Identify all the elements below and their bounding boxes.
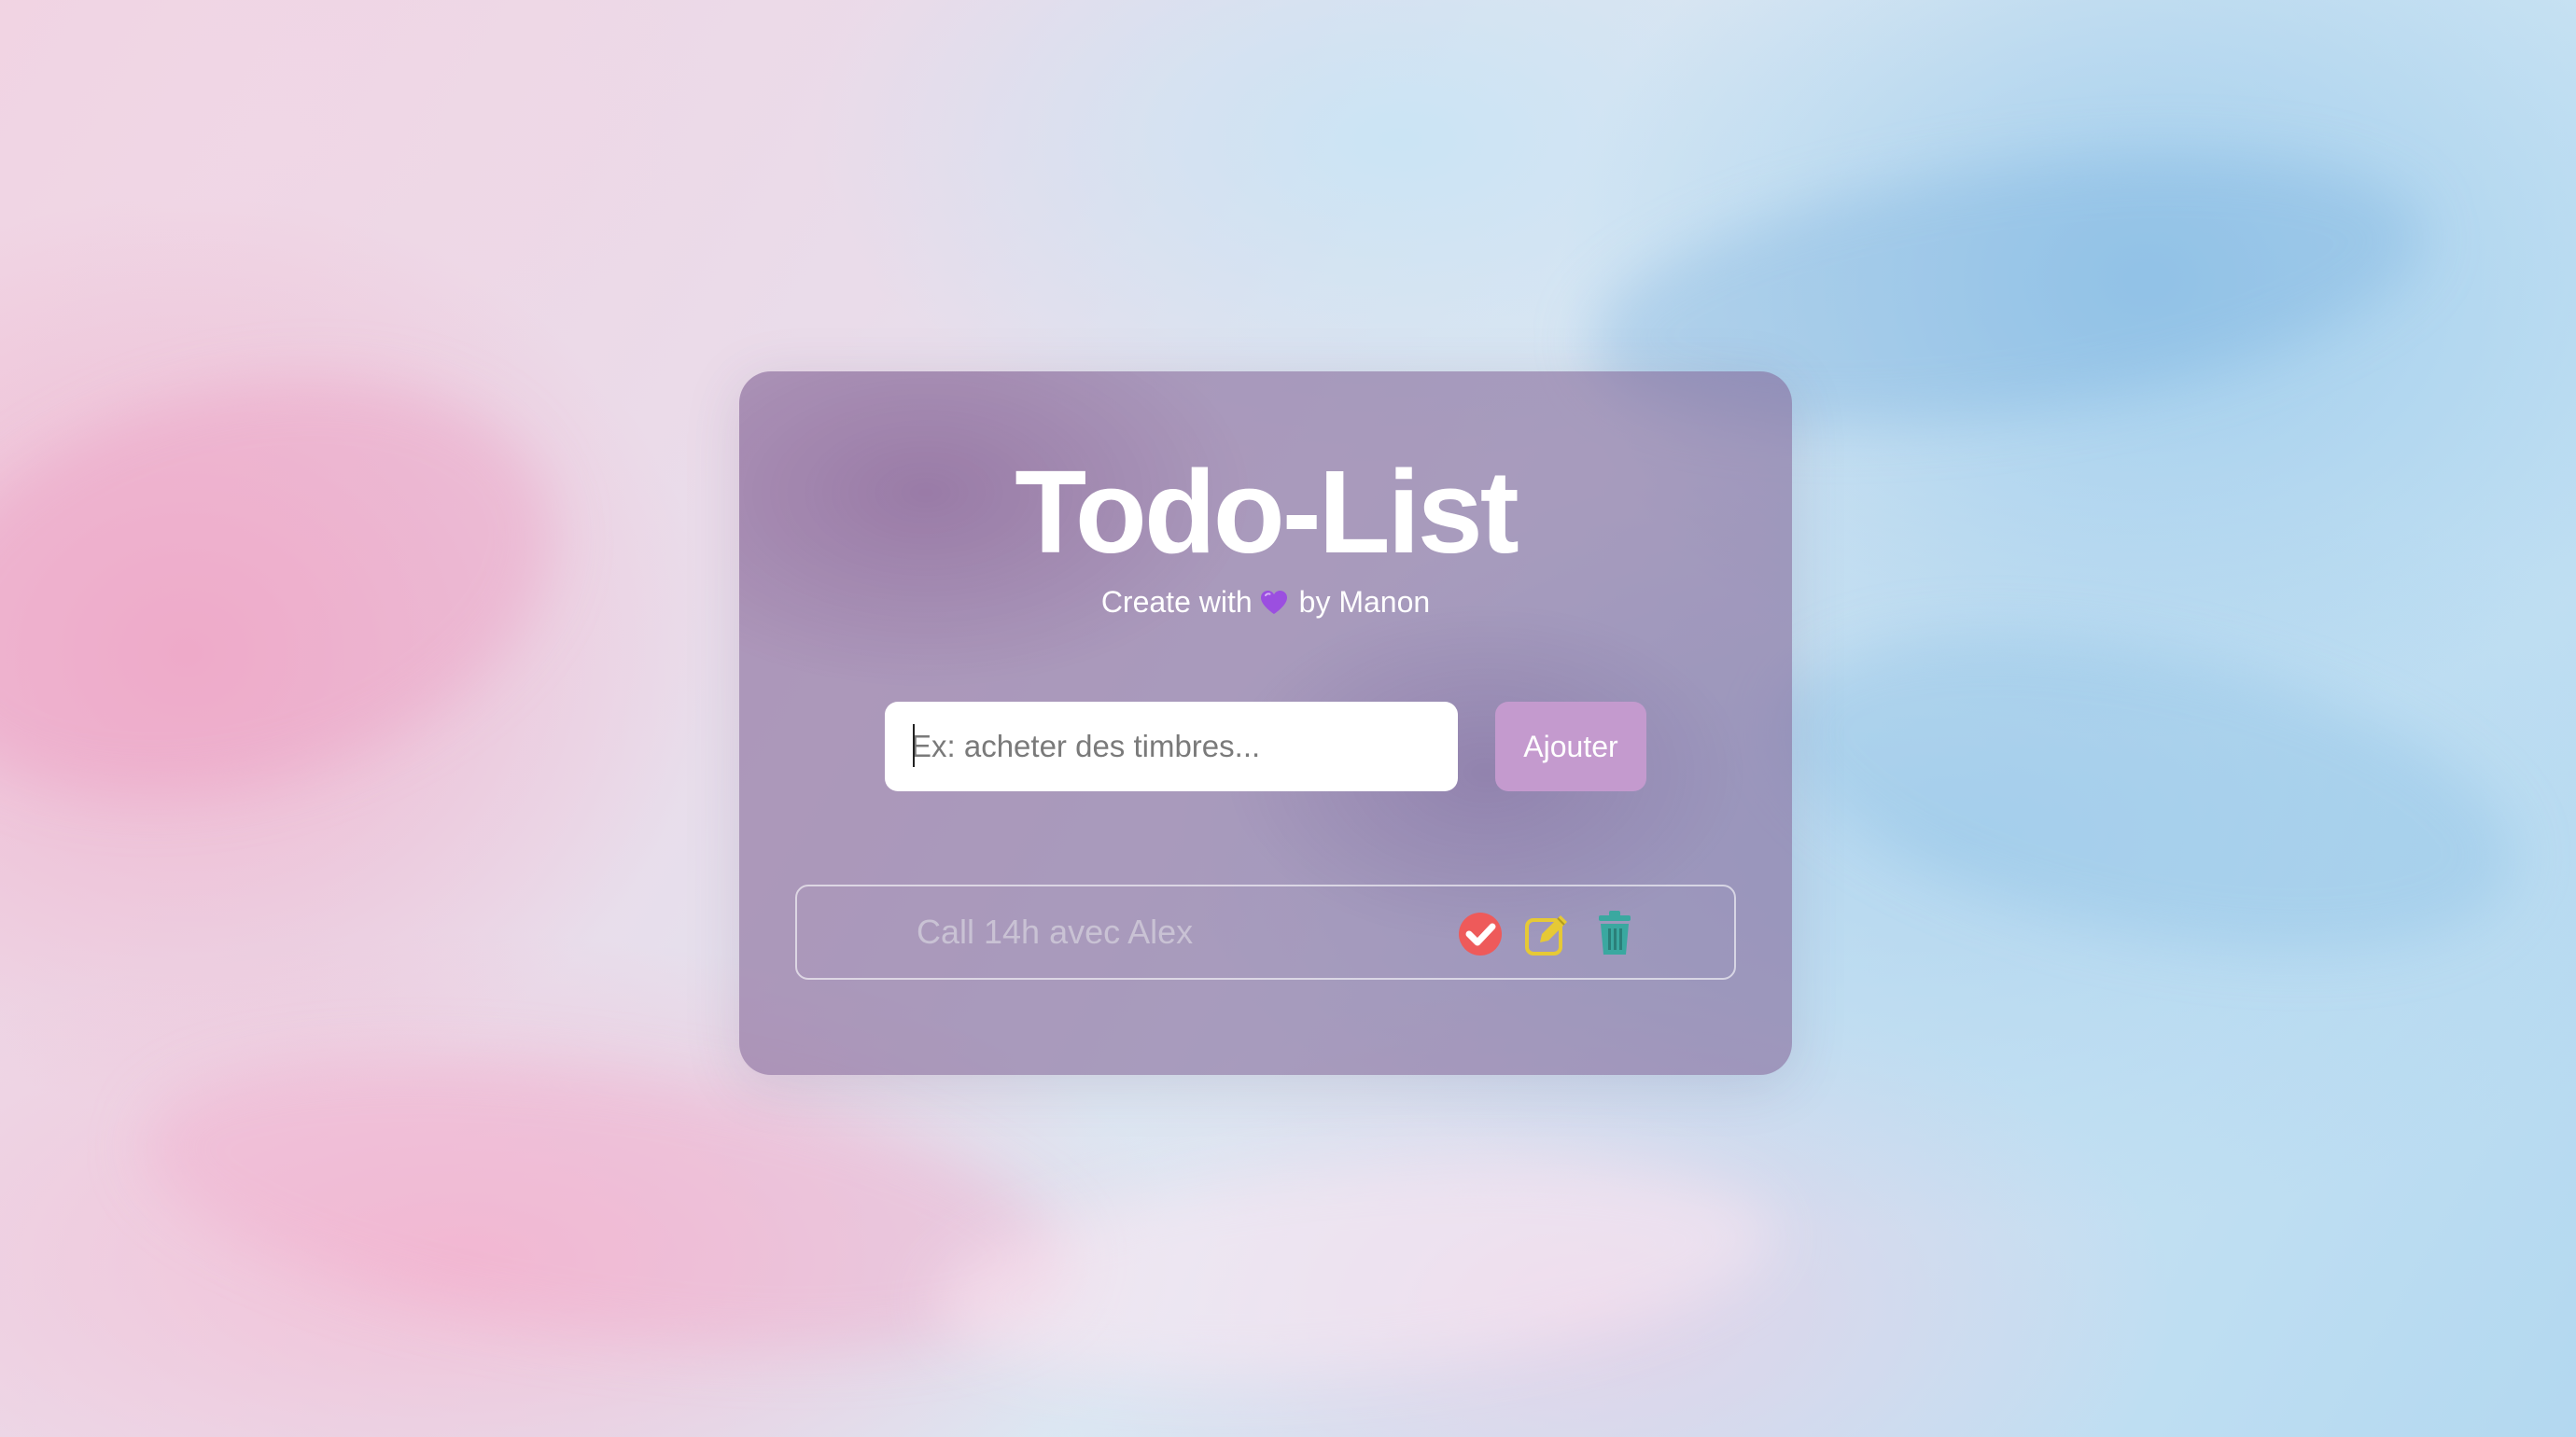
task-input[interactable] [885, 702, 1458, 791]
add-button[interactable]: Ajouter [1495, 702, 1646, 791]
task-list: Call 14h avec Alex [795, 885, 1736, 980]
text-caret [913, 724, 915, 767]
purple-heart-icon [1260, 590, 1288, 615]
subtitle-suffix: by Manon [1298, 585, 1431, 619]
check-circle-icon[interactable] [1456, 909, 1505, 957]
background-swirl [1752, 579, 2541, 1008]
task-actions [1456, 909, 1639, 957]
subtitle: Create with by Manon [739, 584, 1792, 620]
background-swirl [0, 314, 600, 862]
page-title: Todo-List [1015, 446, 1519, 578]
task-text: Call 14h avec Alex [917, 913, 1194, 951]
background-swirl [926, 1130, 1781, 1408]
todo-card: Todo-List Create with by Manon Ajouter Ca… [739, 371, 1792, 1075]
subtitle-prefix: Create with [1100, 585, 1253, 619]
trash-icon[interactable] [1590, 909, 1639, 957]
task-item: Call 14h avec Alex [795, 885, 1736, 980]
edit-icon[interactable] [1523, 909, 1572, 957]
